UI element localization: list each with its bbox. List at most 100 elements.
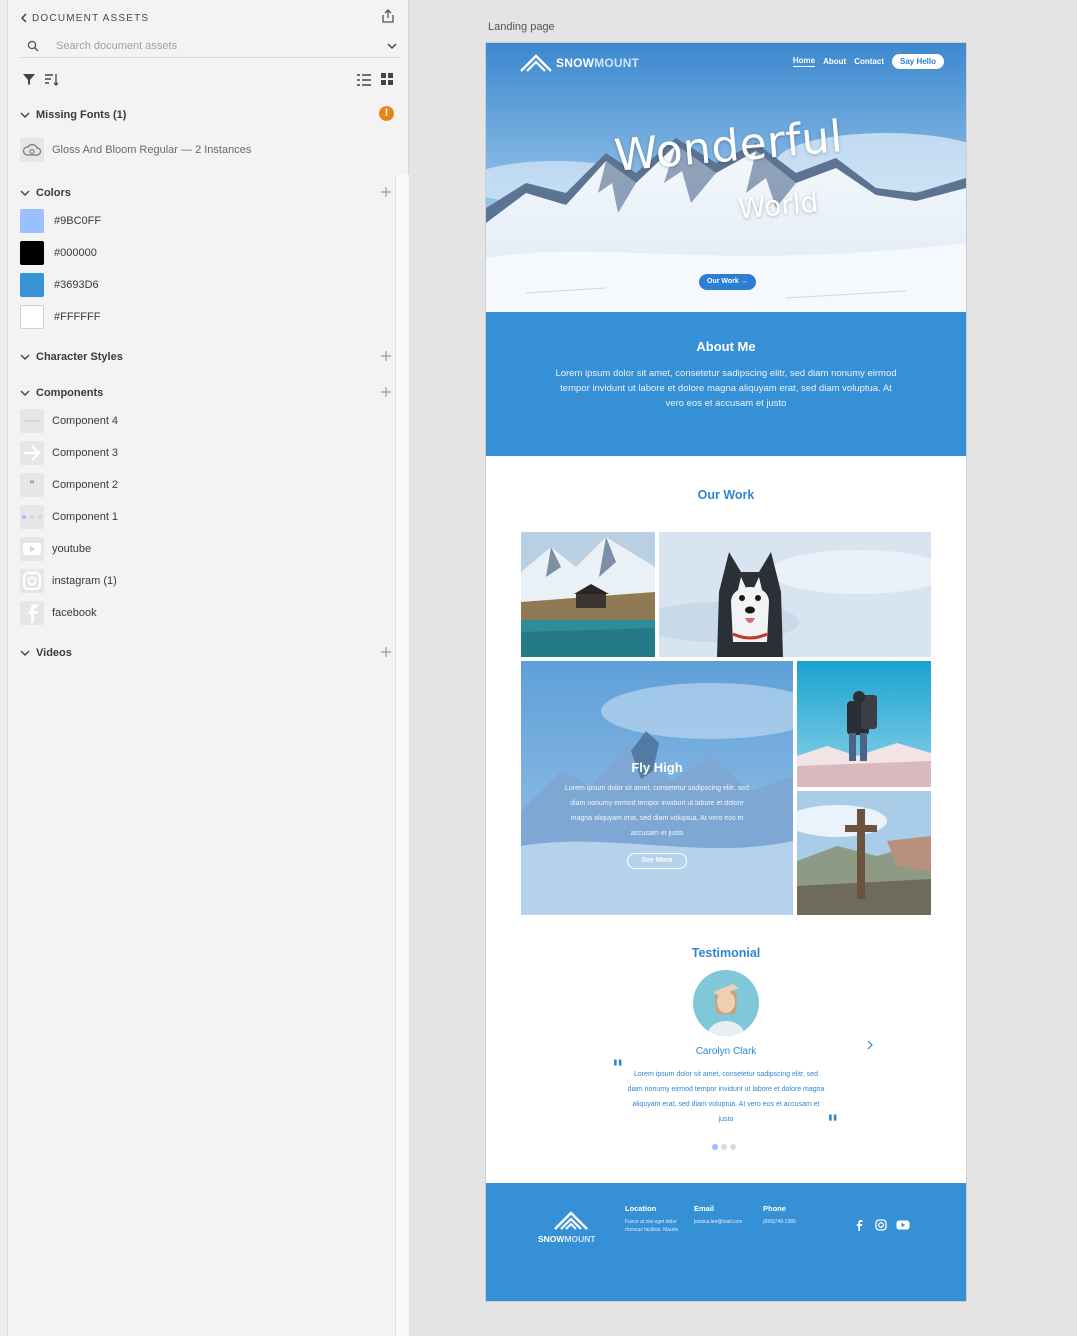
gallery-image-summit-cross[interactable] [797, 791, 931, 915]
videos-section[interactable]: Videos [20, 645, 392, 661]
colors-section[interactable]: Colors [20, 185, 392, 201]
carousel-dots-icon [20, 505, 44, 529]
sort-icon[interactable] [44, 72, 60, 88]
color-label: #9BC0FF [54, 215, 102, 227]
gallery-image-husky[interactable] [659, 532, 931, 657]
component-item[interactable]: Component 4 [20, 409, 380, 433]
color-item[interactable]: #9BC0FF [20, 209, 380, 233]
color-item[interactable]: #FFFFFF [20, 305, 380, 329]
footer-phone-heading: Phone [763, 1204, 786, 1213]
color-swatch [20, 209, 44, 233]
hero-mountain-image [486, 43, 966, 312]
add-icon[interactable] [380, 186, 392, 198]
nav-link-contact[interactable]: Contact [854, 57, 884, 66]
add-icon[interactable] [380, 646, 392, 658]
caret-down-icon [20, 188, 30, 198]
component-label: youtube [52, 543, 92, 555]
back-chevron-icon[interactable] [18, 11, 30, 25]
color-item[interactable]: #000000 [20, 241, 380, 265]
color-item[interactable]: #3693D6 [20, 273, 380, 297]
nav-links: Home About Contact Say Hello [792, 54, 944, 69]
missing-font-item[interactable]: Gloss And Bloom Regular — 2 Instances [20, 138, 380, 162]
our-work-button[interactable]: Our Work → [699, 274, 756, 290]
landing-page-artboard[interactable]: SNOWMOUNT Home About Contact Say Hello W… [486, 43, 966, 1301]
search-icon [26, 39, 40, 53]
hero-section: SNOWMOUNT Home About Contact Say Hello W… [486, 43, 966, 312]
component-thumbnail-icon [20, 409, 44, 433]
components-section[interactable]: Components [20, 385, 392, 401]
artboard-label[interactable]: Landing page [488, 21, 555, 33]
component-label: Component 2 [52, 479, 119, 491]
footer-email-text[interactable]: jessica.lee@mail.com [694, 1218, 756, 1226]
component-item[interactable]: facebook [20, 601, 380, 625]
color-swatch [20, 305, 44, 329]
gallery-image-lake[interactable] [521, 532, 655, 657]
footer-location-heading: Location [625, 1204, 657, 1213]
component-label: Component 4 [52, 415, 119, 427]
component-label: Component 3 [52, 447, 119, 459]
instagram-icon[interactable] [875, 1218, 889, 1231]
footer-phone-text[interactable]: (859)749-1380 [763, 1218, 825, 1226]
panel-scrollbar[interactable] [395, 175, 409, 1336]
testimonial-name: Carolyn Clark [695, 1046, 757, 1057]
footer-phone: Phone (859)749-1380 [763, 1204, 825, 1226]
color-label: #3693D6 [54, 279, 99, 291]
component-item[interactable]: youtube [20, 537, 380, 561]
our-work-heading: Our Work [697, 488, 755, 502]
testimonial-text: Lorem ipsum dolor sit amet, consetetur s… [627, 1071, 825, 1123]
feature-text: Lorem ipsum dolor sit amet, consetetur s… [564, 785, 750, 837]
search-input[interactable] [56, 39, 376, 52]
about-section: About Me Lorem ipsum dolor sit amet, con… [486, 312, 966, 456]
component-item[interactable]: Component 1 [20, 505, 380, 529]
caret-down-icon [20, 110, 30, 120]
chevron-right-icon[interactable] [866, 1037, 874, 1050]
quote-icon: " [20, 473, 44, 497]
youtube-icon[interactable] [896, 1218, 910, 1230]
carousel-dot[interactable] [730, 1144, 736, 1150]
add-icon[interactable] [380, 350, 392, 362]
panel-toolbar [20, 72, 400, 92]
youtube-icon [20, 537, 44, 561]
about-heading: About Me [696, 339, 756, 354]
carousel-dots [712, 1144, 736, 1150]
panel-header: DOCUMENT ASSETS [18, 8, 400, 26]
grid-view-icon[interactable] [380, 72, 396, 88]
list-view-icon[interactable] [356, 72, 372, 88]
testimonial-heading: Testimonial [691, 946, 761, 960]
missing-fonts-section[interactable]: Missing Fonts (1) ! [20, 106, 394, 123]
gallery-image-hiker[interactable] [797, 661, 931, 787]
arrow-right-icon [20, 441, 44, 465]
color-swatch [20, 273, 44, 297]
mountain-logo-icon [554, 1211, 588, 1230]
caret-down-icon [20, 352, 30, 362]
brand-logo[interactable]: SNOWMOUNT [520, 54, 639, 72]
footer-email: Email jessica.lee@mail.com [694, 1204, 756, 1226]
missing-fonts-label: Missing Fonts (1) [36, 109, 127, 121]
filter-icon[interactable] [22, 72, 38, 88]
about-text: Lorem ipsum dolor sit amet, consetetur s… [555, 368, 897, 409]
component-item[interactable]: " Component 2 [20, 473, 380, 497]
nav-link-home[interactable]: Home [792, 56, 816, 67]
panel-title: DOCUMENT ASSETS [32, 12, 150, 24]
facebook-icon[interactable] [855, 1218, 869, 1231]
color-label: #000000 [54, 247, 97, 259]
character-styles-label: Character Styles [36, 351, 123, 363]
character-styles-section[interactable]: Character Styles [20, 349, 392, 365]
say-hello-button[interactable]: Say Hello [891, 54, 944, 69]
see-more-button[interactable]: See More [627, 853, 687, 869]
component-item[interactable]: instagram (1) [20, 569, 380, 593]
footer-brand: SNOWMOUNT [538, 1234, 596, 1244]
component-label: instagram (1) [52, 575, 117, 587]
component-label: facebook [52, 607, 97, 619]
chevron-down-icon[interactable] [386, 39, 398, 51]
add-icon[interactable] [380, 386, 392, 398]
nav-link-about[interactable]: About [823, 57, 846, 66]
brand-name: SNOWMOUNT [556, 56, 640, 70]
component-item[interactable]: Component 3 [20, 441, 380, 465]
carousel-dot[interactable] [721, 1144, 727, 1150]
share-icon[interactable] [380, 8, 396, 24]
missing-font-label: Gloss And Bloom Regular — 2 Instances [52, 144, 252, 156]
carousel-dot-active[interactable] [712, 1144, 718, 1150]
hero-subtitle: World [736, 185, 820, 226]
color-swatch [20, 241, 44, 265]
